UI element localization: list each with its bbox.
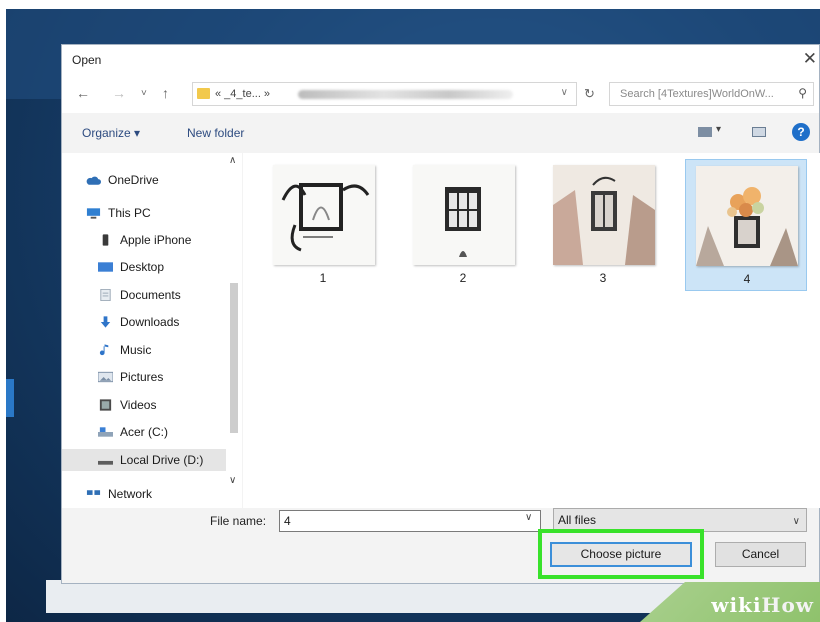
sidebar-item-pictures[interactable]: Pictures	[98, 366, 228, 388]
organize-button[interactable]: Organize ▾	[82, 126, 140, 140]
file-list[interactable]: 1 2 3 4	[243, 153, 820, 508]
sidebar-item-downloads[interactable]: Downloads	[98, 311, 228, 333]
breadcrumb[interactable]: « _4_te... »	[215, 88, 270, 100]
phone-icon	[102, 234, 109, 246]
image-thumbnail	[553, 165, 655, 265]
drive-icon	[98, 460, 113, 465]
sidebar-item-label: Videos	[120, 398, 157, 412]
sidebar-item-label: Network	[108, 487, 153, 501]
title-bar: Open ✕	[62, 45, 819, 75]
sidebar-item-desktop[interactable]: Desktop	[98, 256, 228, 278]
file-tile[interactable]: 3	[543, 159, 663, 291]
chevron-down-icon[interactable]: ∨	[229, 475, 236, 486]
pictures-icon	[98, 371, 113, 383]
refresh-icon[interactable]: ↻	[584, 86, 595, 102]
help-icon[interactable]: ?	[792, 123, 810, 141]
sidebar-item-label: Apple iPhone	[120, 233, 192, 247]
dialog-title: Open	[72, 53, 102, 67]
desktop-icon	[98, 262, 113, 272]
file-name-label: 2	[459, 271, 467, 285]
back-arrow-icon[interactable]: ←	[76, 85, 90, 101]
view-options-chevron-icon[interactable]: ▾	[716, 124, 721, 135]
sidebar-item-this-pc[interactable]: This PC	[86, 202, 216, 224]
sidebar-item-label: This PC	[108, 206, 151, 220]
preview-pane-icon[interactable]	[752, 127, 766, 137]
drive-icon	[98, 427, 113, 437]
desktop-accent	[6, 379, 14, 417]
navigation-scrollbar[interactable]: ∧ ∨	[226, 153, 242, 508]
file-name-label: 1	[319, 271, 327, 285]
network-icon	[86, 490, 101, 495]
file-name-input[interactable]: 4	[279, 510, 541, 532]
open-dialog: Open ✕ ← → ˅ ↑ « _4_te... » ∨ ↻ Search […	[61, 44, 820, 584]
image-thumbnail	[413, 165, 515, 265]
scrollbar-thumb[interactable]	[230, 283, 238, 433]
sidebar-item-music[interactable]: Music	[98, 339, 228, 361]
image-thumbnail	[696, 166, 798, 266]
chevron-down-icon[interactable]: ∨	[561, 87, 568, 98]
command-bar: Organize ▾ New folder ▾ ?	[62, 113, 819, 153]
sidebar-item-network[interactable]: Network	[86, 483, 216, 505]
choose-picture-button[interactable]: Choose picture	[550, 542, 692, 567]
close-icon[interactable]: ✕	[803, 49, 817, 69]
music-icon	[99, 344, 109, 356]
file-name-label: 4	[743, 272, 751, 286]
sidebar-item-label: Pictures	[120, 370, 164, 384]
forward-arrow-icon[interactable]: →	[112, 85, 126, 101]
file-type-value: All files	[558, 513, 597, 527]
chevron-up-icon[interactable]: ∧	[229, 155, 236, 166]
sidebar-item-label: Local Drive (D:)	[120, 453, 204, 467]
search-input[interactable]: Search [4Textures]WorldOnW... ⚲	[609, 82, 814, 106]
videos-icon	[99, 399, 112, 411]
sidebar-item-onedrive[interactable]: OneDrive	[86, 169, 216, 191]
sidebar-item-acer-c[interactable]: Acer (C:)	[98, 421, 228, 443]
file-name-label: File name:	[210, 514, 267, 528]
new-folder-button[interactable]: New folder	[187, 126, 244, 140]
blurred-path	[298, 90, 513, 99]
change-view-icon[interactable]	[698, 127, 712, 137]
documents-icon	[100, 289, 111, 301]
recent-locations-icon[interactable]: ˅	[141, 88, 147, 99]
sidebar-item-label: Documents	[120, 288, 181, 302]
navigation-pane[interactable]: OneDrive This PC Apple iPhone Desktop Do…	[62, 153, 242, 508]
sidebar-item-apple-iphone[interactable]: Apple iPhone	[98, 229, 228, 251]
sidebar-item-label: Music	[120, 343, 152, 357]
chevron-down-icon[interactable]: ∨	[525, 512, 532, 523]
up-arrow-icon[interactable]: ↑	[162, 85, 169, 101]
computer-icon	[86, 208, 101, 219]
search-placeholder: Search [4Textures]WorldOnW...	[620, 88, 774, 100]
sidebar-item-label: Downloads	[120, 315, 180, 329]
sidebar-item-label: OneDrive	[108, 173, 159, 187]
sidebar-item-label: Acer (C:)	[120, 425, 168, 439]
sidebar-item-label: Desktop	[120, 260, 165, 274]
file-tile[interactable]: 2	[403, 159, 523, 291]
chevron-down-icon[interactable]: ∨	[793, 511, 800, 533]
image-thumbnail	[273, 165, 375, 265]
file-tile-selected[interactable]: 4	[685, 159, 807, 291]
folder-icon	[197, 88, 210, 99]
file-tile[interactable]: 1	[263, 159, 383, 291]
sidebar-item-documents[interactable]: Documents	[98, 284, 228, 306]
download-icon	[100, 316, 111, 328]
sidebar-item-videos[interactable]: Videos	[98, 394, 228, 416]
wikihow-watermark: wikiHow	[711, 593, 814, 617]
cancel-button[interactable]: Cancel	[715, 542, 806, 567]
cloud-icon	[86, 176, 101, 185]
address-bar[interactable]: « _4_te... » ∨	[192, 82, 577, 106]
address-row: ← → ˅ ↑ « _4_te... » ∨ ↻ Search [4Textur…	[62, 75, 819, 113]
search-icon[interactable]: ⚲	[798, 86, 807, 100]
file-name-label: 3	[599, 271, 607, 285]
sidebar-item-local-drive-d[interactable]: Local Drive (D:)	[62, 449, 226, 471]
